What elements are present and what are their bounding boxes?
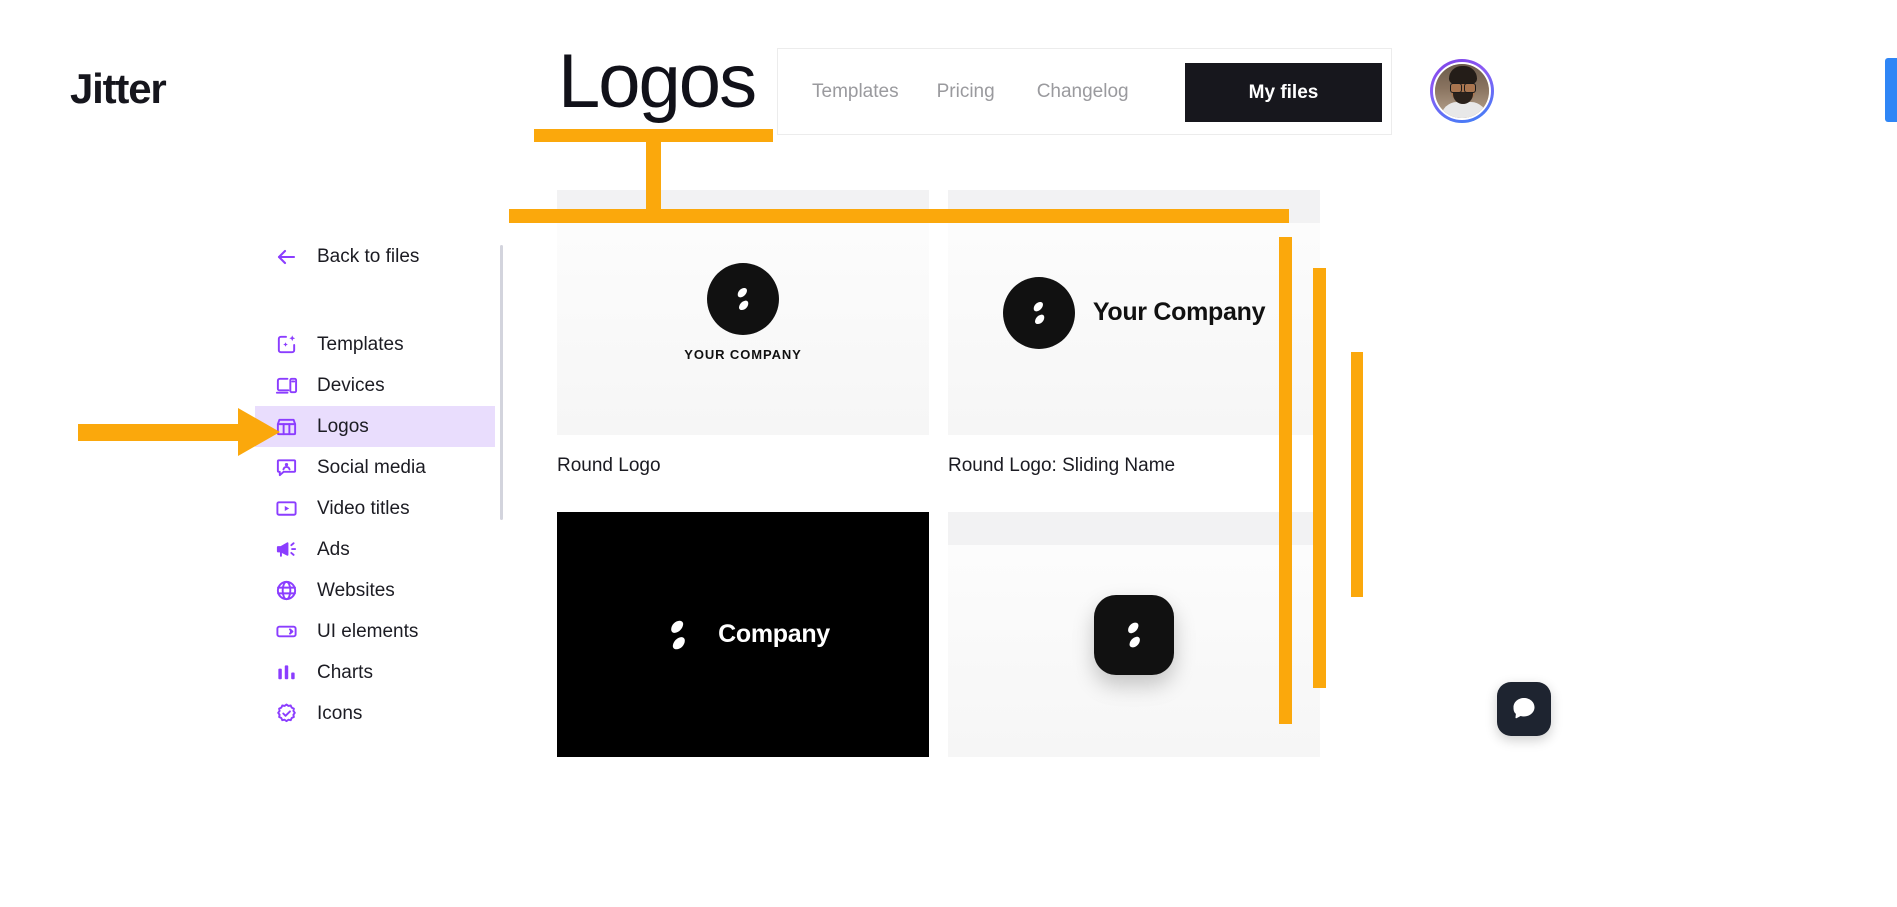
template-card: Your Company Round Logo: Sliding Name <box>948 190 1320 477</box>
template-thumbnail[interactable]: Your Company <box>948 190 1320 435</box>
intercom-launcher-button[interactable] <box>1497 682 1551 736</box>
logo-mark-circle <box>707 263 779 335</box>
template-card-title: Round Logo <box>557 455 661 476</box>
nav-links: Templates Pricing Changelog <box>778 81 1167 103</box>
sidebar-item-social-media[interactable]: Social media <box>255 447 495 488</box>
sidebar: Back to files Templates Devices Logos So… <box>255 240 500 734</box>
logo-mark-rounded-square <box>1094 594 1174 675</box>
globe-icon <box>273 578 299 604</box>
avatar-image <box>1433 62 1491 120</box>
badge-check-icon <box>273 701 299 727</box>
sidebar-item-icons[interactable]: Icons <box>255 693 495 734</box>
my-files-button[interactable]: My files <box>1185 63 1382 122</box>
video-play-icon <box>273 496 299 522</box>
sidebar-item-logos[interactable]: Logos <box>255 406 495 447</box>
sidebar-item-ads[interactable]: Ads <box>255 529 495 570</box>
sidebar-item-devices[interactable]: Devices <box>255 365 495 406</box>
template-card-title: Round Logo: Sliding Name <box>948 455 1176 476</box>
sidebar-item-websites[interactable]: Websites <box>255 570 495 611</box>
logo-wordmark: Company <box>718 620 830 648</box>
bar-chart-icon <box>273 660 299 686</box>
megaphone-icon <box>273 537 299 563</box>
logo-wordmark: YOUR COMPANY <box>684 347 802 362</box>
thumbnail-header-strip <box>948 512 1320 545</box>
sidebar-label-templates: Templates <box>317 333 404 355</box>
logo-composition: Company <box>656 613 830 657</box>
right-edge-blue-bar <box>1885 58 1897 122</box>
logo-wordmark: Your Company <box>1092 298 1266 326</box>
sidebar-label-charts: Charts <box>317 661 373 683</box>
annotation-vertical-stub <box>646 135 661 217</box>
nav-link-pricing[interactable]: Pricing <box>937 81 1037 103</box>
sidebar-back-to-files[interactable]: Back to files <box>255 240 500 274</box>
sparkle-frame-icon <box>273 332 299 358</box>
page-title-overlay: Logos <box>558 39 757 124</box>
logo-composition: YOUR COMPANY <box>684 263 801 362</box>
sidebar-scroll-indicator[interactable] <box>500 245 503 520</box>
avatar[interactable] <box>1430 59 1494 123</box>
chat-person-icon <box>273 455 299 481</box>
top-navbar: Templates Pricing Changelog My files <box>777 48 1392 135</box>
logo-mark-circle <box>1002 276 1075 349</box>
annotation-vertical-bar-3 <box>1351 352 1363 597</box>
nav-link-changelog[interactable]: Changelog <box>1037 81 1167 103</box>
ui-card-icon <box>273 619 299 645</box>
devices-icon <box>273 373 299 399</box>
annotation-arrow-shaft <box>78 424 253 441</box>
sidebar-label-logos: Logos <box>317 415 369 437</box>
logo-mark-plain <box>671 620 685 649</box>
annotation-vertical-bar-2 <box>1313 268 1326 688</box>
sidebar-label-icons: Icons <box>317 702 363 724</box>
template-card <box>948 512 1320 777</box>
brand-logo[interactable]: Jitter <box>70 68 167 110</box>
app-root: Jitter Templates Pricing Changelog My fi… <box>0 0 1897 907</box>
sidebar-item-video-titles[interactable]: Video titles <box>255 488 495 529</box>
template-thumbnail[interactable] <box>948 512 1320 757</box>
annotation-vertical-bar-1 <box>1279 237 1292 724</box>
sidebar-label-ui-elements: UI elements <box>317 620 419 642</box>
template-thumbnail[interactable]: Company <box>557 512 929 757</box>
sidebar-label-ads: Ads <box>317 538 350 560</box>
sidebar-back-label: Back to files <box>317 246 420 267</box>
logo-composition: Your Company <box>1002 276 1266 349</box>
sidebar-label-websites: Websites <box>317 579 395 601</box>
template-card: Company <box>557 512 929 777</box>
sidebar-label-video-titles: Video titles <box>317 497 410 519</box>
sidebar-item-templates[interactable]: Templates <box>255 324 495 365</box>
chat-bubble-icon <box>1513 698 1535 719</box>
sidebar-item-charts[interactable]: Charts <box>255 652 495 693</box>
arrow-left-icon <box>273 244 299 270</box>
annotation-horizontal-rule <box>509 209 1289 223</box>
annotation-arrow-head <box>238 408 280 456</box>
sidebar-list: Templates Devices Logos Social media Vid… <box>255 324 500 734</box>
template-card: YOUR COMPANY Round Logo <box>557 190 929 477</box>
nav-link-templates[interactable]: Templates <box>812 81 937 103</box>
sidebar-item-ui-elements[interactable]: UI elements <box>255 611 495 652</box>
sidebar-label-devices: Devices <box>317 374 385 396</box>
sidebar-label-social-media: Social media <box>317 456 426 478</box>
template-thumbnail[interactable]: YOUR COMPANY <box>557 190 929 435</box>
